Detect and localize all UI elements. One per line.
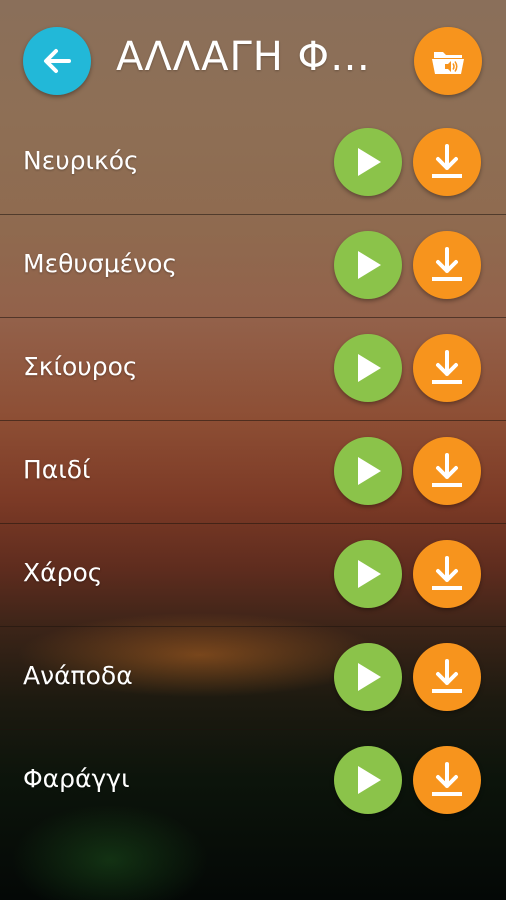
list-item: Ανάποδα — [0, 627, 506, 730]
download-button[interactable] — [413, 746, 481, 814]
download-button[interactable] — [413, 540, 481, 608]
download-icon — [432, 762, 462, 796]
sound-label: Χάρος — [23, 558, 103, 587]
sound-label: Παιδί — [23, 455, 91, 484]
play-button[interactable] — [334, 540, 402, 608]
arrow-left-icon — [44, 49, 71, 73]
list-item: Χάρος — [0, 524, 506, 627]
download-button[interactable] — [413, 231, 481, 299]
sound-folder-button[interactable] — [414, 27, 482, 95]
download-button[interactable] — [413, 334, 481, 402]
download-icon — [432, 350, 462, 384]
play-icon — [358, 251, 381, 279]
download-button[interactable] — [413, 437, 481, 505]
play-button[interactable] — [334, 643, 402, 711]
download-icon — [432, 247, 462, 281]
download-icon — [432, 144, 462, 178]
list-item: Παιδί — [0, 421, 506, 524]
play-icon — [358, 560, 381, 588]
download-button[interactable] — [413, 643, 481, 711]
sound-label: Φαράγγι — [23, 764, 130, 793]
play-button[interactable] — [334, 437, 402, 505]
play-icon — [358, 354, 381, 382]
sound-label: Ανάποδα — [23, 661, 133, 690]
download-icon — [432, 453, 462, 487]
list-item: Φαράγγι — [0, 730, 506, 832]
download-button[interactable] — [413, 128, 481, 196]
sound-label: Σκίουρος — [23, 352, 138, 381]
play-icon — [358, 457, 381, 485]
list-item: Νευρικός — [0, 112, 506, 215]
play-icon — [358, 766, 381, 794]
list-item: Μεθυσμένος — [0, 215, 506, 318]
play-button[interactable] — [334, 231, 402, 299]
sound-folder-icon — [432, 52, 464, 74]
sound-label: Μεθυσμένος — [23, 249, 178, 278]
play-icon — [358, 663, 381, 691]
play-icon — [358, 148, 381, 176]
download-icon — [432, 556, 462, 590]
header: ΑΛΛΑΓΗ Φ… — [0, 0, 506, 112]
play-button[interactable] — [334, 746, 402, 814]
sound-list: Νευρικός Μεθυσμένος Σκίουρος Παιδί Χάρος… — [0, 112, 506, 832]
sound-label: Νευρικός — [23, 146, 139, 175]
play-button[interactable] — [334, 334, 402, 402]
page-title: ΑΛΛΑΓΗ Φ… — [116, 34, 372, 80]
list-item: Σκίουρος — [0, 318, 506, 421]
play-button[interactable] — [334, 128, 402, 196]
download-icon — [432, 659, 462, 693]
back-button[interactable] — [23, 27, 91, 95]
